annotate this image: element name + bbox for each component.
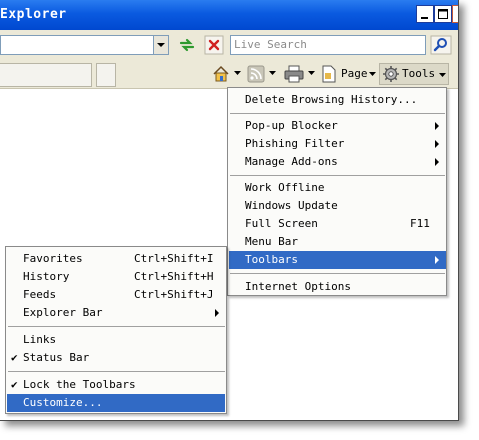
address-row: Live Search — [0, 30, 458, 61]
gear-icon — [383, 66, 399, 82]
chevron-down-icon — [157, 43, 165, 47]
stop-button[interactable] — [203, 35, 225, 55]
address-dropdown-button[interactable] — [153, 35, 169, 55]
chevron-down-icon[interactable] — [269, 70, 276, 76]
menu-item-windows-update[interactable]: Windows Update — [229, 197, 446, 215]
print-icon[interactable] — [284, 65, 304, 83]
menu-separator — [8, 371, 225, 372]
menu-item-label: Status Bar — [23, 351, 90, 364]
menu-item-label: Pop-up Blocker — [245, 119, 338, 132]
close-button[interactable] — [452, 5, 458, 23]
menu-item-label: Work Offline — [245, 181, 325, 194]
submenu-arrow-icon — [215, 309, 219, 317]
toolbars-submenu: Favorites Ctrl+Shift+I History Ctrl+Shif… — [5, 246, 227, 414]
minimize-button[interactable] — [416, 5, 434, 23]
search-icon — [430, 35, 452, 55]
title-bar[interactable]: Explorer — [0, 0, 458, 30]
menu-item-toolbars[interactable]: Toolbars — [229, 251, 446, 269]
search-input[interactable]: Live Search — [230, 35, 426, 55]
menu-item-label: Phishing Filter — [245, 137, 345, 150]
page-icon — [322, 65, 336, 83]
submenu-item-status-bar[interactable]: ✔ Status Bar — [7, 349, 225, 367]
window-title: Explorer — [0, 7, 67, 22]
menu-separator — [230, 273, 445, 274]
menu-item-label: Customize... — [23, 396, 103, 409]
menu-separator — [230, 175, 445, 176]
menu-item-delete-browsing-history[interactable]: Delete Browsing History... — [229, 91, 446, 109]
menu-item-label: Windows Update — [245, 199, 338, 212]
submenu-arrow-icon — [435, 122, 439, 130]
feeds-icon[interactable] — [247, 65, 265, 83]
submenu-item-links[interactable]: Links — [7, 331, 225, 349]
menu-item-label: Lock the Toolbars — [23, 378, 136, 391]
minimize-icon — [421, 17, 428, 19]
chevron-down-icon — [369, 72, 376, 76]
checkmark-icon: ✔ — [11, 378, 18, 391]
refresh-icon — [179, 38, 195, 52]
menu-item-internet-options[interactable]: Internet Options — [229, 278, 446, 296]
submenu-item-customize[interactable]: Customize... — [7, 394, 225, 412]
page-menu-button[interactable]: Page — [321, 63, 376, 85]
submenu-item-explorer-bar[interactable]: Explorer Bar — [7, 304, 225, 322]
search-button[interactable] — [430, 35, 452, 55]
menu-item-label: Links — [23, 333, 57, 346]
command-bar: Page Tools — [0, 60, 458, 89]
menu-item-full-screen[interactable]: Full Screen F11 — [229, 215, 446, 233]
address-field[interactable] — [0, 35, 165, 55]
stop-icon — [204, 35, 224, 55]
menu-item-shortcut: F11 — [410, 217, 430, 230]
menu-item-label: Delete Browsing History... — [245, 93, 418, 106]
chevron-down-icon[interactable] — [234, 70, 241, 76]
maximize-button[interactable] — [434, 5, 452, 23]
submenu-item-favorites[interactable]: Favorites Ctrl+Shift+I — [7, 250, 225, 268]
menu-item-popup-blocker[interactable]: Pop-up Blocker — [229, 117, 446, 135]
home-icon[interactable] — [212, 65, 230, 83]
page-menu-label: Page — [341, 67, 368, 80]
submenu-item-history[interactable]: History Ctrl+Shift+H — [7, 268, 225, 286]
refresh-button[interactable] — [176, 35, 198, 55]
menu-item-label: Full Screen — [245, 217, 318, 230]
menu-item-label: Explorer Bar — [23, 306, 103, 319]
submenu-arrow-icon — [435, 256, 439, 264]
menu-item-label: Toolbars — [245, 253, 298, 266]
submenu-item-feeds[interactable]: Feeds Ctrl+Shift+J — [7, 286, 225, 304]
browser-window: Explorer Live Search Page Tools Delete B… — [0, 0, 459, 421]
tools-menu-button[interactable]: Tools — [379, 63, 449, 85]
menu-item-label: Internet Options — [245, 280, 351, 293]
menu-item-work-offline[interactable]: Work Offline — [229, 179, 446, 197]
menu-item-shortcut: Ctrl+Shift+J — [134, 288, 214, 301]
submenu-item-lock-the-toolbars[interactable]: ✔ Lock the Toolbars — [7, 376, 225, 394]
checkmark-icon: ✔ — [11, 351, 18, 364]
menu-item-shortcut: Ctrl+Shift+I — [134, 252, 214, 265]
submenu-arrow-icon — [435, 158, 439, 166]
menu-item-manage-add-ons[interactable]: Manage Add-ons — [229, 153, 446, 171]
tools-menu: Delete Browsing History... Pop-up Blocke… — [227, 87, 447, 296]
menu-item-label: Manage Add-ons — [245, 155, 338, 168]
menu-separator — [230, 113, 445, 114]
new-tab-button[interactable] — [96, 63, 116, 87]
menu-item-label: Favorites — [23, 252, 83, 265]
chevron-down-icon[interactable] — [308, 70, 315, 76]
menu-item-shortcut: Ctrl+Shift+H — [134, 270, 214, 283]
menu-item-label: Menu Bar — [245, 235, 298, 248]
menu-item-phishing-filter[interactable]: Phishing Filter — [229, 135, 446, 153]
tab[interactable] — [0, 63, 92, 87]
menu-item-label: History — [23, 270, 70, 283]
chevron-down-icon — [439, 73, 446, 77]
menu-item-label: Feeds — [23, 288, 57, 301]
tools-menu-label: Tools — [402, 67, 436, 80]
submenu-arrow-icon — [435, 140, 439, 148]
menu-separator — [8, 326, 225, 327]
maximize-icon — [438, 9, 448, 19]
menu-item-menu-bar[interactable]: Menu Bar — [229, 233, 446, 251]
